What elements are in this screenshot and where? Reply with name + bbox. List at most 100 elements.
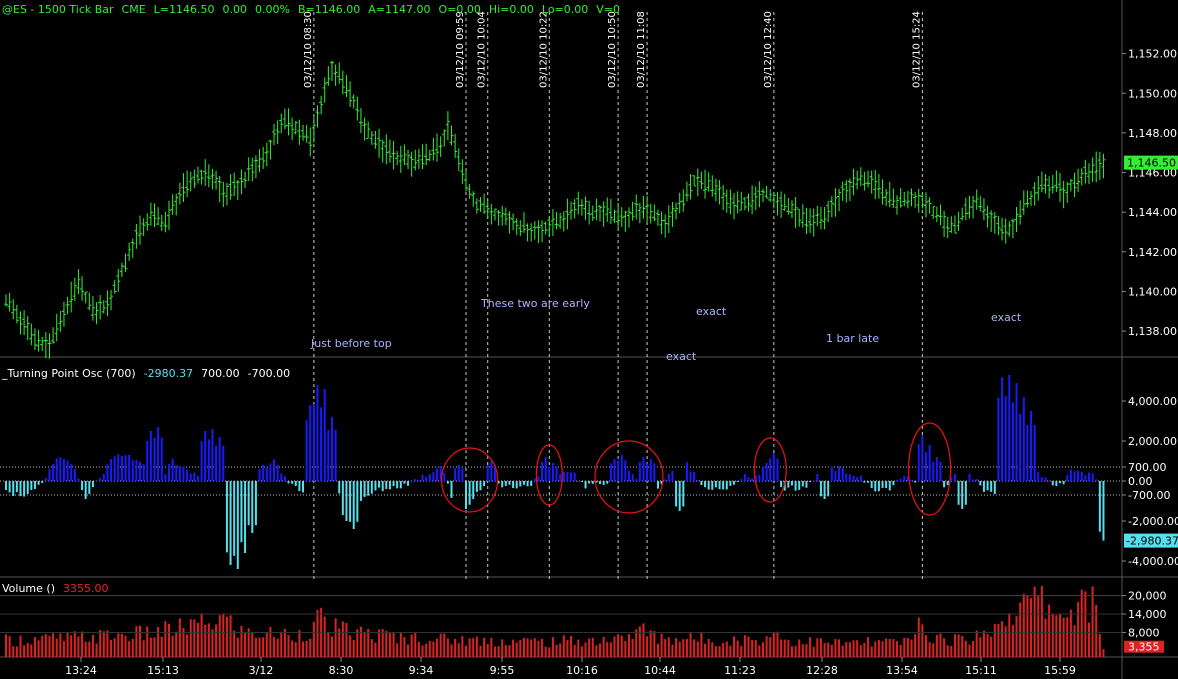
volume-bar [830,644,833,657]
osc-bar [964,481,967,505]
volume-bar [620,635,623,657]
osc-bar [874,481,877,492]
osc-bar [233,481,236,556]
volume-bar [522,637,525,657]
volume-bar [66,632,69,657]
time-axis-label: 10:16 [566,664,598,677]
volume-bar [501,639,504,657]
osc-bar [124,455,127,481]
volume-bar [479,645,482,657]
volume-bar [240,625,243,657]
volume-bar [562,635,565,657]
volume-bar [845,641,848,657]
osc-bar [1077,470,1080,481]
volume-bar [490,637,493,657]
volume-bar [1022,593,1025,657]
osc-bar [845,473,848,481]
volume-bar [41,635,44,657]
osc-bar [490,461,493,481]
osc-bar [486,465,489,481]
volume-bar [635,629,638,657]
osc-bar [588,481,591,484]
osc-bar [580,481,583,482]
osc-bar [809,481,812,482]
volume-bar [617,634,620,657]
volume-bar [584,642,587,657]
volume-bar [410,634,413,657]
volume-bar [425,643,428,657]
volume-bar [986,634,989,657]
osc-bar [570,472,573,481]
osc-axis-label: 700.00 [1128,461,1167,474]
volume-bar [30,644,33,657]
volume-bar [298,630,301,657]
volume-bar [15,646,18,657]
volume-bar [106,630,109,657]
time-axis-label: 13:54 [886,664,918,677]
volume-bar [457,643,460,657]
volume-bar [1051,614,1054,657]
osc-bar [385,481,388,489]
osc-bar [776,458,779,481]
volume-bar [110,639,113,657]
price-header: @ES - 1500 Tick Bar CME L=1146.50 0.00 0.00%… [2,3,628,16]
osc-bar [1069,469,1072,481]
volume-bar [44,634,47,657]
osc-bar [305,420,308,481]
osc-bar [504,481,507,486]
volume-bar [407,644,410,657]
osc-bar [236,481,239,569]
osc-bar [84,481,87,499]
osc-bar [186,469,189,481]
osc-bar [975,478,978,481]
volume-bar [1062,617,1065,657]
volume-axis-label: 14,000 [1128,608,1167,621]
volume-bar [671,644,674,657]
volume-bar [193,619,196,657]
volume-bar [537,640,540,657]
volume-bar [146,626,149,657]
osc-bar [229,481,232,565]
osc-bar [450,481,453,498]
volume-bar [1102,649,1105,657]
osc-bar [403,481,406,484]
osc-bar [218,437,221,481]
price-axis-label: 1,138.00 [1128,325,1177,338]
osc-bar [359,481,362,501]
volume-bar [1087,622,1090,657]
price-header-open: O=0.00 [438,3,481,16]
osc-bar [653,463,656,481]
osc-bar [472,481,475,500]
volume-bar [664,639,667,657]
volume-bar [312,621,315,657]
price-header-ask: A=1147.00 [368,3,431,16]
volume-bar [1037,596,1040,657]
osc-bar [1048,480,1051,482]
osc-bar [780,481,783,488]
volume-bar [330,636,333,657]
osc-bar [903,476,906,481]
osc-bar [667,473,670,481]
osc-bar [917,444,920,481]
osc-bar [363,481,366,497]
osc-bar [827,481,830,497]
osc-bar [414,479,417,481]
osc-bar [932,461,935,481]
volume-bar [519,640,522,657]
volume-bar [725,641,728,657]
volume-bar [512,639,515,657]
volume-bar [1069,609,1072,657]
volume-bar [309,638,312,657]
osc-bar [725,481,728,490]
volume-bar [678,641,681,657]
volume-bar [533,638,536,657]
volume-bar [838,639,841,657]
osc-bar [146,441,149,481]
price-bars [4,60,1106,359]
volume-bar [222,614,225,657]
osc-bar [44,478,47,481]
volume-bar [102,631,105,657]
volume-bar [544,646,547,657]
osc-bar [1030,411,1033,481]
volume-bar [204,624,207,657]
